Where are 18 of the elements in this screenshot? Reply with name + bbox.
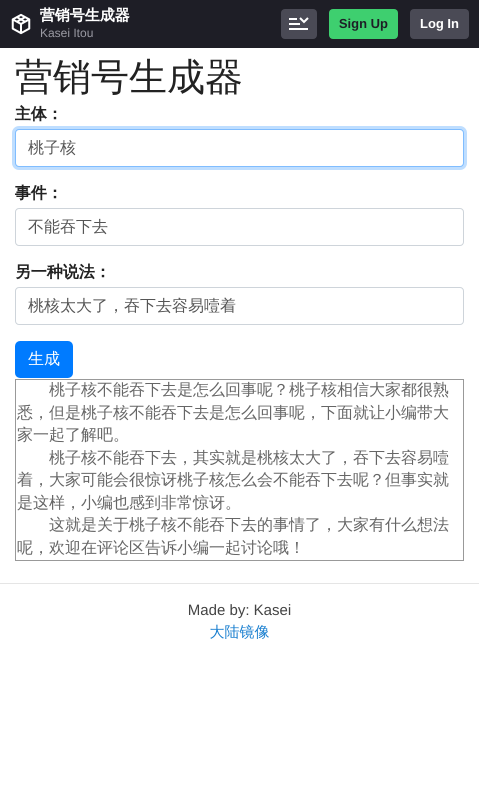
output-text-area[interactable]: 桃子核不能吞下去是怎么回事呢？桃子核相信大家都很熟悉，但是桃子核不能吞下去是怎么回事呢，下面就让小编带大家一起了解吧。 桃子核不能吞下去，其实就是桃核太大了，吞下去容易噎着，大家可能会很惊讶桃子核怎么会不能吞下去呢？但事实就是这样，小编也感到非常惊讶。 这就是关于桃子核不能吞下去的事情了，大家有什么想法呢，欢迎在评论区告诉小编一起讨论哦！ — [15, 379, 464, 561]
credit-text: Made by: Kasei — [188, 601, 292, 621]
input-field[interactable]: 桃子核 — [15, 129, 464, 167]
site-title[interactable]: 营销号生成器 — [40, 7, 130, 26]
menu-button[interactable] — [280, 9, 317, 39]
mirror-link[interactable]: 大陆镜像 — [210, 622, 270, 644]
generate-button[interactable]: 生成 — [15, 341, 73, 378]
menu-icon — [288, 16, 310, 32]
sign-up-button[interactable]: Sign Up — [328, 9, 398, 39]
input-field[interactable]: 不能吞下去 — [15, 208, 464, 246]
page-heading: 营销号生成器 — [15, 56, 244, 101]
log-in-button[interactable]: Log In — [410, 9, 469, 39]
site-subtitle: Kasei Itou — [40, 26, 94, 41]
field-label: 事件： — [15, 184, 64, 204]
input-field[interactable]: 桃核太大了，吞下去容易噎着 — [15, 287, 464, 325]
field-label: 另一种说法： — [15, 262, 112, 283]
field-label: 主体： — [15, 104, 64, 125]
logo-icon[interactable] — [10, 13, 32, 35]
